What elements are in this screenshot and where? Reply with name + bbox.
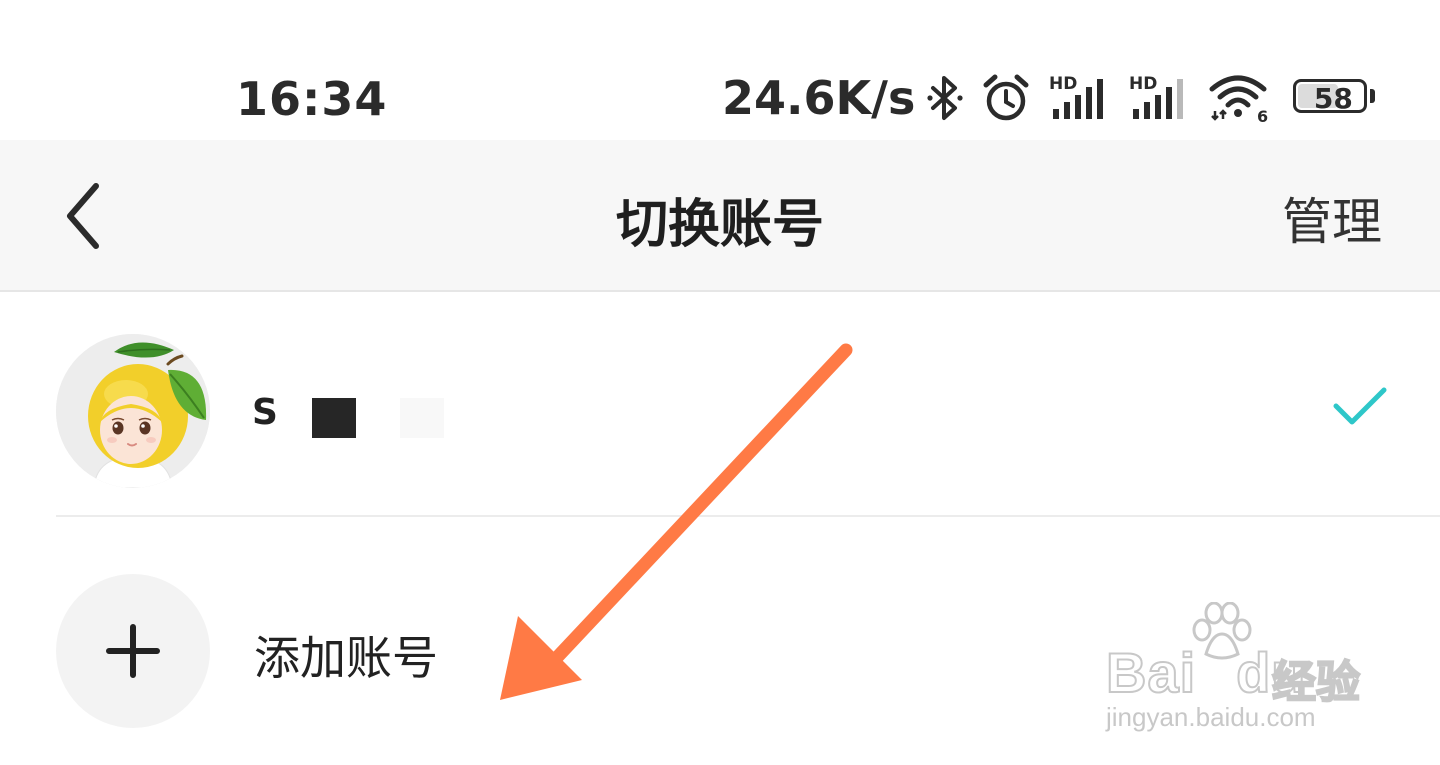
hd-label: HD: [1129, 74, 1157, 94]
avatar: [56, 334, 210, 488]
lemon-avatar-image: [56, 334, 210, 488]
hd-signal-icon: HD: [1049, 74, 1104, 119]
redacted-name-block: [312, 398, 356, 438]
plus-icon: [106, 624, 160, 678]
status-time: 16:34: [236, 72, 388, 126]
battery-level: 58: [1313, 82, 1353, 113]
add-account-circle: [56, 574, 210, 728]
switch-account-screen: 16:34 24.6K/s HD HD 6 58 切换账号 管理 S 添加账号 …: [0, 0, 1440, 765]
check-icon: [1333, 387, 1387, 425]
wifi-icon: 6: [1209, 75, 1268, 123]
hd-label: HD: [1049, 74, 1077, 94]
account-list-item[interactable]: S: [0, 292, 1440, 516]
bluetooth-icon: [927, 76, 963, 120]
account-name: S: [252, 392, 278, 433]
status-indicators: 24.6K/s HD HD 6 58: [722, 70, 1377, 126]
divider: [56, 515, 1440, 517]
add-account-button[interactable]: 添加账号: [0, 540, 1440, 765]
chevron-left-icon: [67, 183, 99, 249]
status-bar: 16:34 24.6K/s HD HD 6 58: [0, 0, 1440, 140]
battery-icon: 58: [1293, 79, 1377, 117]
navigation-bar: 切换账号 管理: [0, 140, 1440, 292]
back-button[interactable]: [50, 176, 120, 256]
hd-signal-icon: HD: [1129, 74, 1184, 119]
wifi-badge: 6: [1257, 107, 1268, 123]
network-speed: 24.6K/s: [722, 71, 916, 125]
page-title: 切换账号: [615, 195, 824, 255]
alarm-icon: [983, 74, 1029, 121]
add-account-label: 添加账号: [254, 631, 438, 685]
manage-button[interactable]: 管理: [1282, 182, 1382, 254]
redacted-name-block: [400, 398, 444, 438]
